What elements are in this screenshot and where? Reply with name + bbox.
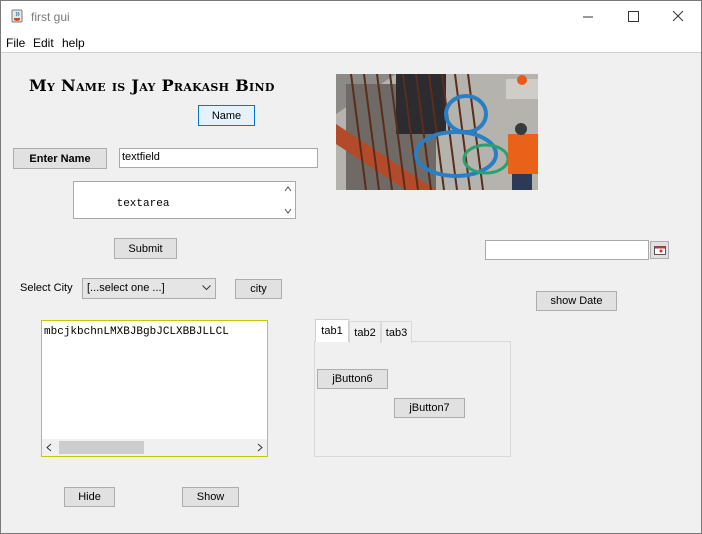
maximize-icon	[628, 11, 639, 22]
minimize-icon	[583, 16, 593, 18]
textarea[interactable]: textarea	[73, 181, 296, 219]
main-panel: My Name is Jay Prakash Bind Name Enter N…	[1, 53, 701, 533]
name-button[interactable]: Name	[198, 105, 255, 126]
menu-edit[interactable]: Edit	[33, 36, 54, 50]
construction-photo	[336, 74, 538, 190]
minimize-button[interactable]	[565, 1, 611, 33]
city-button[interactable]: city	[235, 279, 282, 299]
long-text-area[interactable]: mbcjkbchnLMXBJBgbJCLXBBJLLCL	[41, 320, 268, 457]
page-heading: My Name is Jay Prakash Bind	[29, 76, 275, 95]
city-combobox[interactable]: [...select one ...]	[82, 278, 216, 299]
jbutton7[interactable]: jButton7	[394, 398, 465, 418]
scroll-up-icon	[284, 186, 292, 192]
scroll-down-icon	[284, 208, 292, 214]
maximize-button[interactable]	[610, 1, 656, 33]
date-field[interactable]	[485, 240, 649, 260]
jbutton6[interactable]: jButton6	[317, 369, 388, 389]
date-picker-button[interactable]	[650, 241, 669, 259]
tab-3[interactable]: tab3	[381, 321, 412, 343]
app-window: first gui File Edit help My Name is Jay …	[0, 0, 702, 534]
name-textfield[interactable]: textfield	[119, 148, 318, 168]
select-city-label: Select City	[20, 282, 73, 294]
submit-button[interactable]: Submit	[114, 238, 177, 259]
tabbed-pane: tab1 tab2 tab3 jButton6 jButton7	[314, 319, 511, 457]
textarea-content: textarea	[116, 198, 170, 210]
chevron-down-icon	[202, 285, 211, 291]
menu-file[interactable]: File	[6, 36, 25, 50]
textarea-scrollbar[interactable]	[281, 182, 295, 218]
enter-name-button[interactable]: Enter Name	[13, 148, 107, 169]
horizontal-scrollbar[interactable]	[42, 439, 267, 456]
city-combo-value: [...select one ...]	[87, 282, 165, 294]
menu-bar: File Edit help	[1, 33, 701, 53]
tab-2[interactable]: tab2	[349, 321, 381, 343]
window-title: first gui	[31, 10, 70, 24]
close-icon	[672, 10, 684, 22]
show-date-button[interactable]: show Date	[536, 291, 617, 311]
show-button[interactable]: Show	[182, 487, 239, 507]
menu-help[interactable]: help	[62, 36, 85, 50]
java-app-icon	[11, 9, 23, 23]
hide-button[interactable]: Hide	[64, 487, 115, 507]
tab-1[interactable]: tab1	[315, 319, 349, 342]
calendar-icon	[653, 246, 666, 255]
title-bar: first gui	[1, 1, 701, 33]
close-button[interactable]	[655, 1, 701, 33]
long-text-content: mbcjkbchnLMXBJBgbJCLXBBJLLCL	[44, 326, 229, 338]
